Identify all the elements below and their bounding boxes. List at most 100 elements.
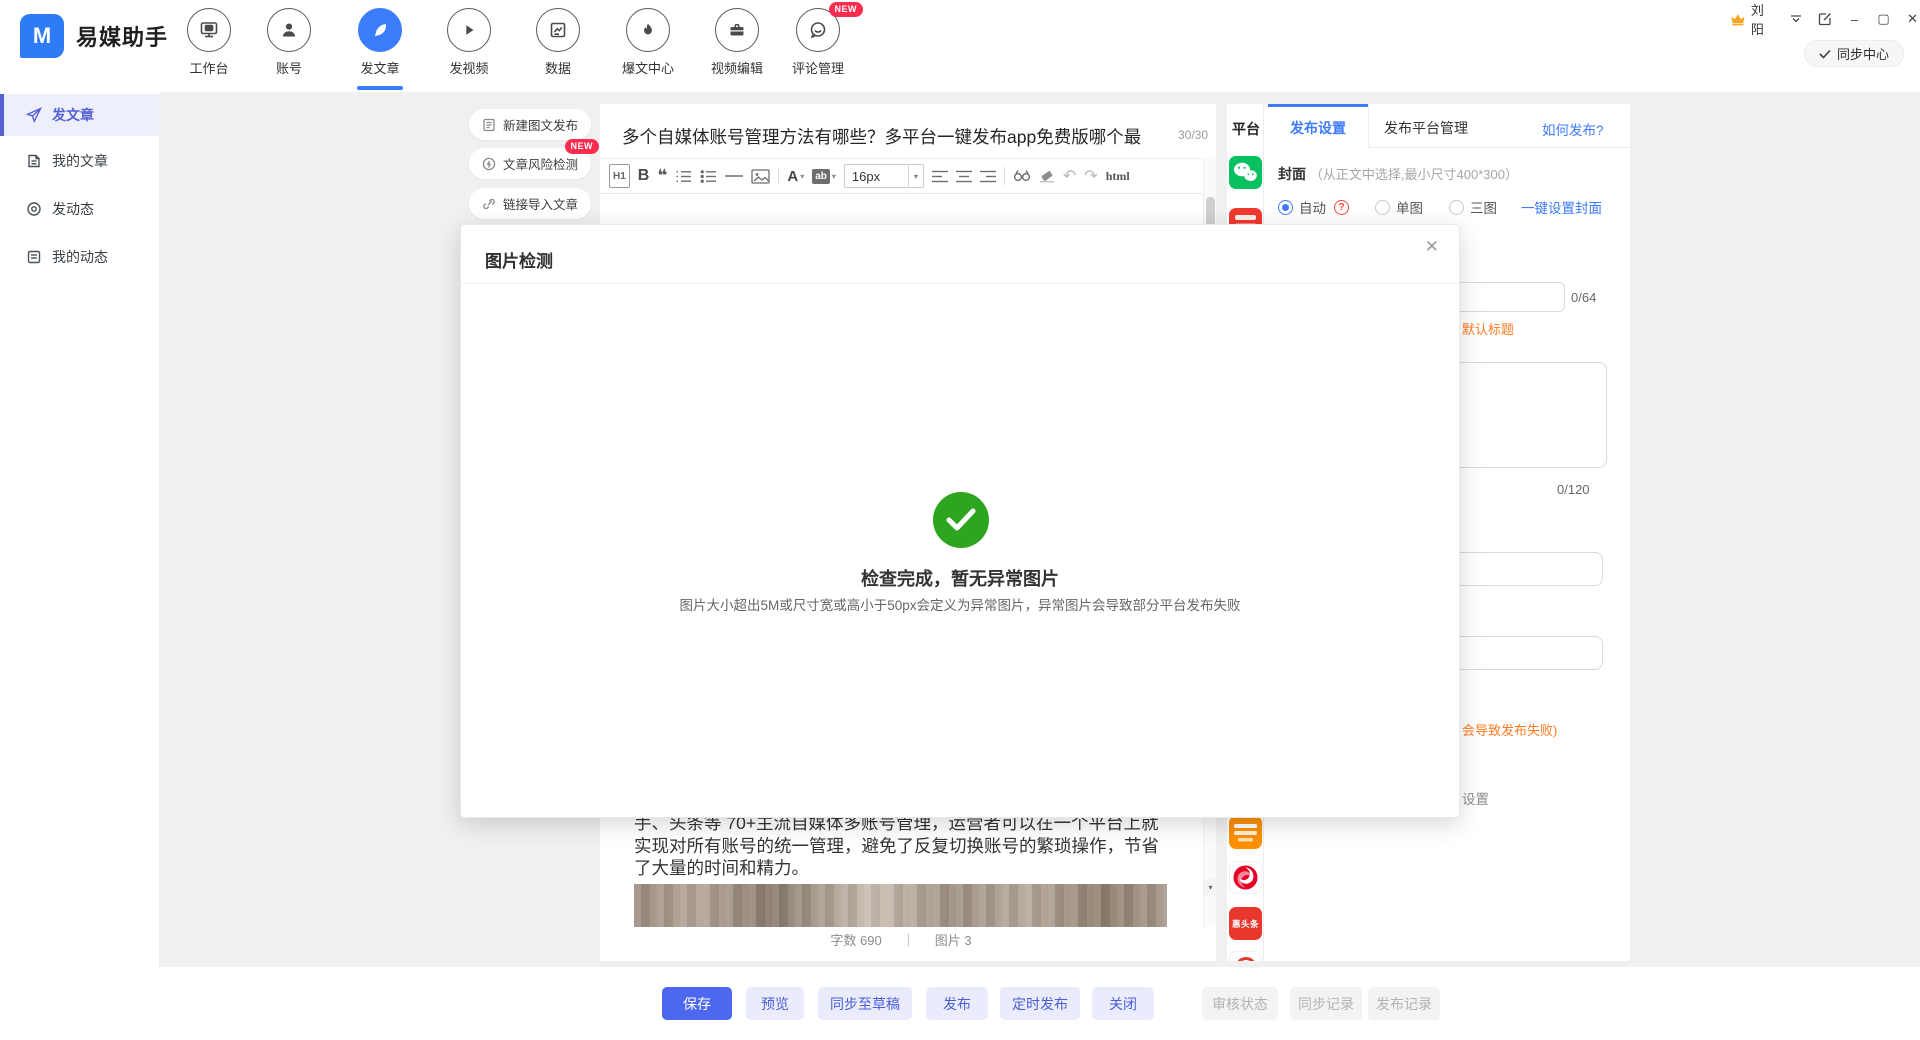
new-badge: NEW	[829, 2, 864, 17]
review-status-button[interactable]: 审核状态	[1202, 987, 1278, 1020]
nav-item-comment-manage[interactable]: 评论管理 NEW	[779, 8, 857, 77]
chevron-down-icon: ▾	[908, 165, 923, 187]
unordered-list-button[interactable]	[700, 164, 717, 188]
nav-label: 发文章	[341, 58, 419, 77]
account-icon	[267, 8, 311, 52]
sync-center-button[interactable]: 同步中心	[1804, 40, 1904, 67]
html-source-button[interactable]: html	[1106, 164, 1130, 188]
active-tab-indicator	[1268, 104, 1368, 107]
feedback-edit-icon[interactable]	[1818, 12, 1833, 26]
toolbar-divider	[778, 167, 779, 185]
schedule-button[interactable]: 定时发布	[1000, 987, 1080, 1020]
window-maximize-button[interactable]: ▢	[1876, 11, 1891, 27]
new-post-icon	[482, 118, 496, 132]
tab-divider	[1368, 104, 1369, 148]
find-replace-button[interactable]	[1013, 164, 1031, 188]
sync-record-button[interactable]: 同步记录	[1290, 987, 1362, 1020]
radio-single-image[interactable]	[1375, 200, 1390, 215]
collapse-icon[interactable]	[1789, 13, 1804, 26]
partial-platform-icon[interactable]	[1229, 951, 1262, 961]
nav-label: 评论管理	[779, 58, 857, 77]
new-badge: NEW	[565, 139, 600, 154]
huitoutiao-icon[interactable]: 惠头条	[1229, 907, 1262, 940]
close-button[interactable]: 关闭	[1092, 987, 1154, 1020]
new-post-button[interactable]: 新建图文发布	[469, 109, 591, 140]
nav-item-video-edit[interactable]: 视频编辑	[698, 8, 776, 77]
nav-item-data[interactable]: 数据	[519, 8, 597, 77]
chevron-down-icon: ▾	[800, 172, 804, 181]
left-sidebar: 发文章 我的文章 发动态 我的动态	[0, 92, 159, 1040]
ifeng-icon[interactable]	[1229, 861, 1262, 894]
sidebar-item-my-articles[interactable]: 我的文章	[0, 140, 159, 182]
font-color-button[interactable]: A▾	[787, 164, 804, 188]
bold-button[interactable]: B	[638, 164, 650, 188]
cover-section-label: 封面 （从正文中选择,最小尺寸400*300）	[1278, 164, 1518, 184]
orange-platform-icon[interactable]	[1229, 816, 1262, 849]
check-result-heading: 检查完成，暂无异常图片	[461, 565, 1459, 591]
preview-button[interactable]: 预览	[746, 987, 804, 1020]
link-import-button[interactable]: 链接导入文章	[469, 188, 591, 219]
bottom-action-bar: 保存 预览 同步至草稿 发布 定时发布 关闭 审核状态 同步记录 发布记录	[159, 967, 1920, 1040]
radio-three-images[interactable]	[1449, 200, 1464, 215]
window-close-button[interactable]: ✕	[1905, 11, 1920, 27]
brand-name: 易媒助手	[76, 20, 168, 52]
align-center-button[interactable]	[956, 164, 972, 188]
bg-color-button[interactable]: ab▾	[812, 164, 836, 188]
save-button[interactable]: 保存	[662, 987, 732, 1020]
publish-record-button[interactable]: 发布记录	[1368, 987, 1440, 1020]
sidebar-item-publish-moment[interactable]: 发动态	[0, 188, 159, 230]
set-cover-link[interactable]: 一键设置封面	[1521, 197, 1602, 217]
heading-button[interactable]: H1	[609, 164, 630, 188]
undo-button[interactable]: ↶	[1063, 164, 1076, 188]
wechat-icon[interactable]	[1229, 156, 1262, 189]
blockquote-button[interactable]: ❝	[657, 164, 667, 188]
sync-draft-button[interactable]: 同步至草稿	[818, 987, 912, 1020]
nav-item-publish-article[interactable]: 发文章	[341, 8, 419, 77]
publish-button[interactable]: 发布	[926, 987, 988, 1020]
vip-crown-icon	[1730, 12, 1746, 27]
user-controls: 刘阳 – ▢ ✕	[1730, 8, 1920, 30]
clear-format-button[interactable]	[1039, 164, 1055, 188]
radio-auto[interactable]	[1278, 200, 1293, 215]
data-icon	[536, 8, 580, 52]
nav-item-workbench[interactable]: 工作台	[170, 8, 248, 77]
radio-label: 三图	[1470, 197, 1497, 217]
nav-item-publish-video[interactable]: 发视频	[430, 8, 508, 77]
sidebar-item-publish-article[interactable]: 发文章	[0, 94, 159, 136]
article-body-text[interactable]: 手、头条等 70+主流自媒体多账号管理，运营者可以在一个平台上就实现对所有账号的…	[634, 812, 1171, 880]
title-length-counter: 0/64	[1571, 290, 1596, 305]
article-inline-image[interactable]	[634, 884, 1167, 927]
close-icon[interactable]: ✕	[1421, 233, 1443, 261]
align-left-button[interactable]	[932, 164, 948, 188]
nav-label: 视频编辑	[698, 58, 776, 77]
tab-publish-settings[interactable]: 发布设置	[1290, 118, 1346, 138]
nav-item-account[interactable]: 账号	[250, 8, 328, 77]
toolbar-divider	[1004, 167, 1005, 185]
horizontal-rule-button[interactable]	[725, 164, 743, 188]
tab-platform-manage[interactable]: 发布平台管理	[1384, 118, 1468, 138]
sidebar-item-label: 我的文章	[52, 151, 108, 171]
title-counter: 30/30	[1178, 128, 1208, 142]
article-title-input[interactable]: 多个自媒体账号管理方法有哪些？多平台一键发布app免费版哪个最	[622, 124, 1162, 149]
flame-icon	[626, 8, 670, 52]
redo-button[interactable]: ↷	[1084, 164, 1097, 188]
toolbox-icon	[715, 8, 759, 52]
insert-image-button[interactable]	[751, 164, 770, 188]
scrollbar-down-arrow[interactable]: ▾	[1204, 879, 1217, 895]
default-title-link[interactable]: 默认标题	[1462, 319, 1514, 338]
moment-icon	[26, 201, 42, 217]
how-to-publish-link[interactable]: 如何发布?	[1542, 119, 1604, 139]
align-right-button[interactable]	[980, 164, 996, 188]
risk-check-button[interactable]: 文章风险检测 NEW	[469, 148, 591, 179]
sidebar-item-my-moments[interactable]: 我的动态	[0, 236, 159, 278]
settings-text[interactable]: 设置	[1462, 788, 1489, 808]
ordered-list-button[interactable]	[675, 164, 692, 188]
active-nav-underline	[357, 86, 403, 90]
modal-title: 图片检测	[485, 247, 553, 272]
font-size-select[interactable]: 16px ▾	[844, 164, 924, 188]
help-question-icon[interactable]: ?	[1334, 200, 1349, 215]
nav-item-hot-center[interactable]: 爆文中心	[609, 8, 687, 77]
user-name[interactable]: 刘阳	[1751, 0, 1775, 38]
window-minimize-button[interactable]: –	[1847, 12, 1862, 27]
status-separator: ｜	[902, 933, 915, 948]
